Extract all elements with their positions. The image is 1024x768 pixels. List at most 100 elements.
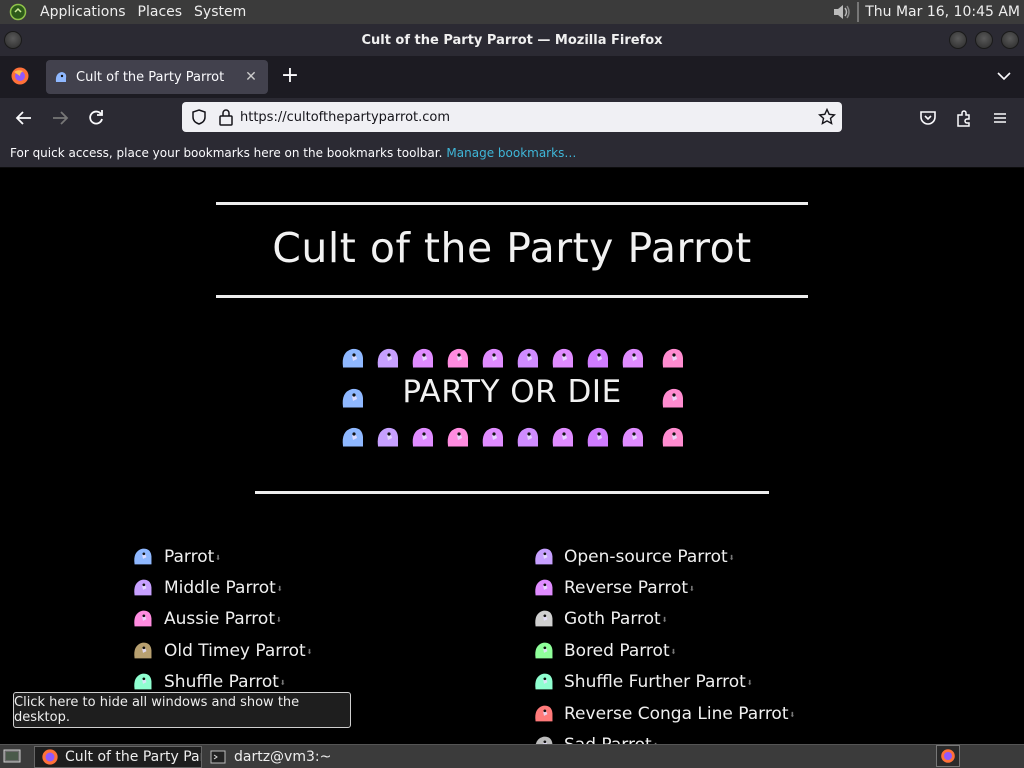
download-icon[interactable]: ⬇ xyxy=(729,554,735,562)
parrot-list-item[interactable]: Reverse Parrot ⬇ xyxy=(533,575,695,601)
reverse-parrot-icon[interactable] xyxy=(533,577,564,599)
tab-cult-of-the-party-parrot[interactable]: Cult of the Party Parrot ✕ xyxy=(46,60,268,94)
banner-parrot-icon xyxy=(620,346,646,368)
manage-bookmarks-link[interactable]: Manage bookmarks… xyxy=(446,146,576,160)
parrot-link-label[interactable]: Shuffle Further Parrot xyxy=(564,672,746,692)
hamburger-menu-icon[interactable] xyxy=(988,106,1012,130)
lock-icon[interactable] xyxy=(218,108,234,126)
shuffle-parrot-icon[interactable] xyxy=(132,671,164,693)
parrot-link-label[interactable]: Reverse Conga Line Parrot xyxy=(564,704,789,724)
download-icon[interactable]: ⬇ xyxy=(662,616,668,624)
download-icon[interactable]: ⬇ xyxy=(276,616,282,624)
download-icon[interactable]: ⬇ xyxy=(215,554,221,562)
parrot-list-item[interactable]: Parrot ⬇ xyxy=(132,544,221,570)
gnome-menu-icon[interactable] xyxy=(8,2,28,22)
terminal-icon xyxy=(210,749,226,765)
middle-parrot-icon[interactable] xyxy=(132,577,164,599)
volume-icon[interactable] xyxy=(831,1,853,23)
workspace-switcher[interactable] xyxy=(936,745,960,767)
reverse-conga-line-parrot-icon[interactable] xyxy=(533,703,564,725)
bottom-panel: Cult of the Party Par… dartz@vm3:~ xyxy=(0,744,1024,768)
tab-close-icon[interactable]: ✕ xyxy=(242,69,260,85)
parrot-link-label[interactable]: Shuffle Parrot xyxy=(164,672,279,692)
banner-parrot-icon xyxy=(340,346,366,368)
parrot-list-item[interactable]: Shuffle Further Parrot ⬇ xyxy=(533,669,753,695)
bookmarks-hint: For quick access, place your bookmarks h… xyxy=(10,145,443,160)
download-icon[interactable]: ⬇ xyxy=(747,679,753,687)
parrot-link-label[interactable]: Open-source Parrot xyxy=(564,547,728,567)
banner-parrot-icon xyxy=(445,346,471,368)
parrot-list-item[interactable]: Reverse Conga Line Parrot ⬇ xyxy=(533,701,795,727)
parrot-list-item[interactable]: Middle Parrot ⬇ xyxy=(132,575,283,601)
banner-parrot-icon xyxy=(585,425,611,447)
parrot-list-item[interactable]: Goth Parrot ⬇ xyxy=(533,606,668,632)
window-menu-button[interactable] xyxy=(4,31,22,49)
parrot-list-item[interactable]: Aussie Parrot ⬇ xyxy=(132,606,282,632)
parrot-link-label[interactable]: Middle Parrot xyxy=(164,578,276,598)
taskbar-terminal-label: dartz@vm3:~ xyxy=(234,749,332,765)
new-tab-button[interactable]: + xyxy=(280,65,300,87)
banner-parrot-icon xyxy=(480,346,506,368)
shuffle-further-parrot-icon[interactable] xyxy=(533,671,564,693)
extensions-icon[interactable] xyxy=(952,106,976,130)
taskbar-firefox-label: Cult of the Party Par… xyxy=(65,749,201,765)
banner-parrot-icon xyxy=(410,425,436,447)
tracking-protection-icon[interactable] xyxy=(190,108,208,126)
firefox-task-icon xyxy=(41,748,59,766)
applications-menu[interactable]: Applications xyxy=(34,0,132,24)
parrot-icon[interactable] xyxy=(132,546,164,568)
title-underline xyxy=(216,295,808,298)
banner-parrot-icon xyxy=(445,425,471,447)
taskbar-terminal[interactable]: dartz@vm3:~ xyxy=(204,746,364,768)
parrot-list-item[interactable]: Open-source Parrot ⬇ xyxy=(533,544,735,570)
download-icon[interactable]: ⬇ xyxy=(790,711,796,719)
reload-button[interactable] xyxy=(84,106,108,130)
parrot-link-label[interactable]: Old Timey Parrot xyxy=(164,641,306,661)
banner-parrot-icon xyxy=(585,346,611,368)
download-icon[interactable]: ⬇ xyxy=(277,585,283,593)
url-bar[interactable]: https://cultofthepartyparrot.com xyxy=(182,102,842,132)
parrot-link-label[interactable]: Aussie Parrot xyxy=(164,609,275,629)
pocket-icon[interactable] xyxy=(916,106,940,130)
parrot-link-label[interactable]: Reverse Parrot xyxy=(564,578,688,598)
download-icon[interactable]: ⬇ xyxy=(307,648,313,656)
parrot-link-label[interactable]: Bored Parrot xyxy=(564,641,670,661)
close-button[interactable] xyxy=(1001,31,1019,49)
party-or-die-slogan: PARTY OR DIE xyxy=(402,374,622,410)
sad-parrot-icon[interactable] xyxy=(533,734,564,744)
parrot-list-item[interactable]: Bored Parrot ⬇ xyxy=(533,638,677,664)
download-icon[interactable]: ⬇ xyxy=(280,679,286,687)
places-menu[interactable]: Places xyxy=(132,0,189,24)
download-icon[interactable]: ⬇ xyxy=(689,585,695,593)
url-text[interactable]: https://cultofthepartyparrot.com xyxy=(240,110,450,125)
parrot-list-item[interactable]: Old Timey Parrot ⬇ xyxy=(132,638,313,664)
goth-parrot-icon[interactable] xyxy=(533,608,564,630)
parrot-list-item[interactable]: Sad Parrot⬇ xyxy=(533,732,659,744)
parrot-link-label[interactable]: Parrot xyxy=(164,547,214,567)
old-timey-parrot-icon[interactable] xyxy=(132,640,164,662)
firefox-icon[interactable] xyxy=(10,66,30,86)
taskbar-firefox[interactable]: Cult of the Party Par… xyxy=(34,746,202,768)
banner-parrot-icon xyxy=(660,346,686,368)
forward-button[interactable] xyxy=(48,106,72,130)
bookmark-star-icon[interactable] xyxy=(818,108,836,126)
parrot-link-label[interactable]: Goth Parrot xyxy=(564,609,661,629)
back-button[interactable] xyxy=(12,106,36,130)
tab-label: Cult of the Party Parrot xyxy=(76,69,225,85)
section-divider xyxy=(255,491,769,494)
maximize-button[interactable] xyxy=(975,31,993,49)
open-source-parrot-icon[interactable] xyxy=(533,546,564,568)
parrot-link-label[interactable]: Sad Parrot xyxy=(564,735,652,744)
banner-parrot-icon xyxy=(340,425,366,447)
system-menu[interactable]: System xyxy=(188,0,252,24)
list-all-tabs-icon[interactable] xyxy=(994,68,1014,84)
show-desktop-icon[interactable] xyxy=(3,748,21,765)
bored-parrot-icon[interactable] xyxy=(533,640,564,662)
minimize-button[interactable] xyxy=(949,31,967,49)
window-titlebar[interactable]: Cult of the Party Parrot — Mozilla Firef… xyxy=(0,24,1024,56)
banner-parrot-icon xyxy=(620,425,646,447)
download-icon[interactable]: ⬇ xyxy=(671,648,677,656)
tab-strip: Cult of the Party Parrot ✕ + xyxy=(0,56,1024,98)
clock[interactable]: Thu Mar 16, 10:45 AM xyxy=(859,4,1024,20)
aussie-parrot-icon[interactable] xyxy=(132,608,164,630)
